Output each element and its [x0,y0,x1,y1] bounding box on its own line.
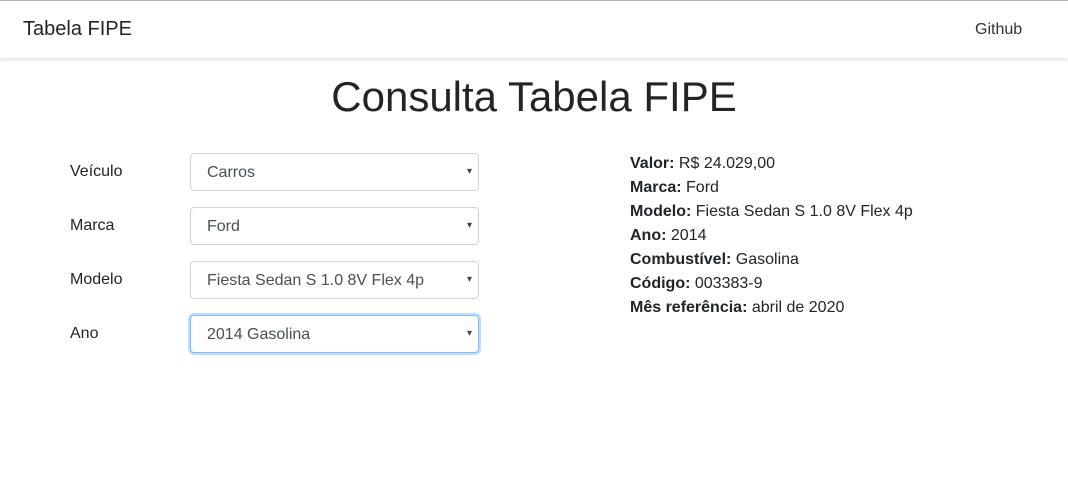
result-combustivel: Combustível: Gasolina [630,250,1030,274]
result-value: Gasolina [735,251,799,268]
result-key: Valor: [630,155,675,172]
form-row-ano: Ano 2014 Gasolina ▾ [70,315,480,353]
github-link[interactable]: Github [975,20,1022,39]
result-key: Modelo: [630,203,692,220]
result-value: 2014 [670,227,707,244]
form-row-marca: Marca Ford ▾ [70,207,480,245]
result-valor: Valor: R$ 24.029,00 [630,154,1030,178]
chevron-down-icon: ▾ [466,274,472,285]
chevron-down-icon: ▾ [466,220,472,231]
veiculo-label: Veículo [70,163,123,180]
result-value: abril de 2020 [751,299,845,316]
chevron-down-icon: ▾ [466,328,472,339]
result-value: Ford [686,179,719,196]
result-key: Marca: [630,179,682,196]
ano-select[interactable]: 2014 Gasolina ▾ [190,315,479,353]
result-codigo: Código: 003383-9 [630,274,1030,298]
modelo-label: Modelo [70,271,123,288]
modelo-select-value: Fiesta Sedan S 1.0 8V Flex 4p [207,272,425,289]
result-mes-referencia: Mês referência: abril de 2020 [630,298,1030,322]
form-row-modelo: Modelo Fiesta Sedan S 1.0 8V Flex 4p ▾ [70,261,480,299]
chevron-down-icon: ▾ [466,166,472,177]
brand-link[interactable]: Tabela FIPE [23,17,132,41]
veiculo-select[interactable]: Carros ▾ [190,153,479,191]
marca-label: Marca [70,217,115,234]
result-key: Código: [630,275,691,292]
result-value: 003383-9 [694,275,763,292]
result-key: Ano: [630,227,667,244]
result-value: R$ 24.029,00 [678,155,775,172]
result-panel: Valor: R$ 24.029,00 Marca: Ford Modelo: … [630,154,1030,322]
marca-select-value: Ford [207,218,240,235]
marca-select[interactable]: Ford ▾ [190,207,479,245]
form-row-veiculo: Veículo Carros ▾ [70,153,480,191]
result-marca: Marca: Ford [630,178,1030,202]
result-value: Fiesta Sedan S 1.0 8V Flex 4p [695,203,913,220]
ano-select-value: 2014 Gasolina [207,326,311,343]
result-key: Mês referência: [630,299,748,316]
veiculo-select-value: Carros [207,164,256,181]
result-key: Combustível: [630,251,732,268]
ano-label: Ano [70,325,99,342]
navbar: Tabela FIPE Github [0,0,1068,58]
modelo-select[interactable]: Fiesta Sedan S 1.0 8V Flex 4p ▾ [190,261,479,299]
page-title: Consulta Tabela FIPE [331,73,737,120]
result-ano: Ano: 2014 [630,226,1030,250]
result-modelo: Modelo: Fiesta Sedan S 1.0 8V Flex 4p [630,202,1030,226]
